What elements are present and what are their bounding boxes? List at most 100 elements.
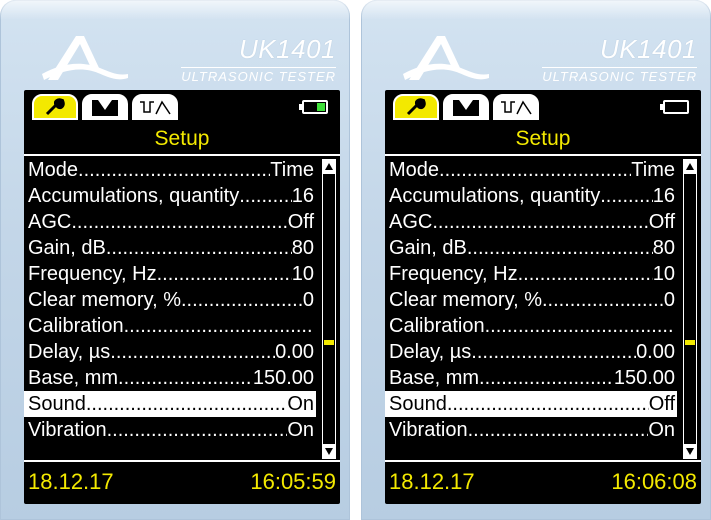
setting-row[interactable]: Vibration On	[385, 417, 677, 443]
setting-label: Clear memory, %	[389, 289, 542, 311]
setting-label: AGC	[28, 211, 72, 233]
scroll-down-arrow[interactable]	[684, 444, 696, 458]
scrollbar[interactable]	[322, 159, 336, 459]
setting-row[interactable]: Clear memory, % 0	[24, 287, 316, 313]
setting-value: 150.00	[613, 367, 675, 389]
dot-leader	[439, 157, 631, 183]
dot-leader	[239, 183, 292, 209]
setting-value: 0.00	[636, 341, 675, 363]
tab-signal[interactable]	[493, 94, 539, 120]
scrollbar[interactable]	[683, 159, 697, 459]
dot-leader	[110, 339, 275, 365]
setting-label: Mode	[28, 159, 79, 181]
scroll-up-arrow[interactable]	[684, 160, 696, 174]
dot-leader	[181, 287, 303, 313]
setting-value: 80	[291, 237, 314, 259]
setting-value: 0	[663, 289, 675, 311]
scroll-thumb[interactable]	[685, 340, 695, 345]
waveform-icon	[92, 100, 118, 116]
tab-waveform[interactable]	[82, 94, 128, 120]
setting-row[interactable]: Gain, dB 80	[24, 235, 316, 261]
dot-leader	[600, 183, 653, 209]
wrench-icon	[45, 98, 65, 116]
time-readout: 16:06:08	[611, 469, 697, 494]
dot-leader	[485, 313, 675, 339]
time-readout: 16:05:59	[250, 469, 336, 494]
triangle-up-icon	[686, 163, 694, 170]
setting-value: Off	[287, 211, 314, 233]
setting-label: Sound	[389, 393, 447, 415]
triangle-down-icon	[686, 448, 694, 455]
scroll-thumb[interactable]	[324, 340, 334, 345]
dot-leader	[432, 209, 648, 235]
tab-signal[interactable]	[132, 94, 178, 120]
setting-value: 10	[291, 263, 314, 285]
setting-row[interactable]: Sound Off	[385, 391, 677, 417]
dot-leader	[124, 313, 314, 339]
setting-label: Frequency, Hz	[389, 263, 518, 285]
dot-leader	[157, 261, 292, 287]
setting-value: Time	[631, 159, 675, 181]
scroll-up-arrow[interactable]	[323, 160, 335, 174]
setting-value: Off	[648, 393, 675, 415]
settings-list: ModeTimeAccumulations, quantity16AGCOffG…	[24, 157, 316, 443]
setting-row[interactable]: AGC Off	[24, 209, 316, 235]
scroll-down-arrow[interactable]	[323, 444, 335, 458]
setting-label: Gain, dB	[389, 237, 467, 259]
tab-setup[interactable]	[393, 94, 439, 120]
setting-row[interactable]: Frequency, Hz 10	[24, 261, 316, 287]
battery-fill	[317, 103, 325, 111]
setting-label: Gain, dB	[28, 237, 106, 259]
dot-leader	[471, 339, 636, 365]
setting-label: Vibration	[28, 419, 107, 441]
model-name: UK1401	[239, 34, 336, 64]
signal-trace-icon	[501, 100, 532, 115]
tab-waveform[interactable]	[443, 94, 489, 120]
setting-label: Vibration	[389, 419, 468, 441]
setting-value: Off	[648, 211, 675, 233]
setting-row[interactable]: AGC Off	[385, 209, 677, 235]
setting-row[interactable]: Calibration	[385, 313, 677, 339]
setting-row[interactable]: Mode Time	[24, 157, 316, 183]
setting-row[interactable]: Calibration	[24, 313, 316, 339]
brand-block: UK1401 ULTRASONIC TESTER	[181, 34, 336, 84]
setting-row[interactable]: Vibration On	[24, 417, 316, 443]
setting-value: On	[648, 419, 675, 441]
brand-block: UK1401 ULTRASONIC TESTER	[542, 34, 697, 84]
setting-row[interactable]: Frequency, Hz 10	[385, 261, 677, 287]
setting-row[interactable]: Delay, µs 0.00	[24, 339, 316, 365]
status-bar: 18.12.17 16:05:59	[24, 460, 340, 504]
setting-label: Calibration	[28, 315, 124, 337]
setting-label: AGC	[389, 211, 433, 233]
battery-icon	[299, 100, 328, 114]
model-subtitle: ULTRASONIC TESTER	[181, 67, 336, 84]
setting-label: Sound	[28, 393, 86, 415]
setting-row[interactable]: Clear memory, % 0	[385, 287, 677, 313]
setting-row[interactable]: Gain, dB 80	[385, 235, 677, 261]
setting-value: 80	[652, 237, 675, 259]
setting-row[interactable]: Accumulations, quantity 16	[24, 183, 316, 209]
setting-value: On	[287, 419, 314, 441]
setting-label: Frequency, Hz	[28, 263, 157, 285]
settings-list: ModeTimeAccumulations, quantity16AGCOffG…	[385, 157, 677, 443]
screen-title: Setup	[24, 124, 340, 156]
setting-row[interactable]: Mode Time	[385, 157, 677, 183]
setting-row[interactable]: Accumulations, quantity 16	[385, 183, 677, 209]
tab-setup[interactable]	[32, 94, 78, 120]
lcd-screen: Setup ModeTimeAccumulations, quantity16A…	[24, 90, 340, 504]
brand-logo	[42, 36, 128, 80]
setting-row[interactable]: Base, mm 150.00	[385, 365, 677, 391]
setting-label: Mode	[389, 159, 440, 181]
signal-trace-icon	[140, 100, 171, 115]
setting-row[interactable]: Base, mm 150.00	[24, 365, 316, 391]
status-bar: 18.12.17 16:06:08	[385, 460, 701, 504]
dot-leader	[106, 235, 292, 261]
dot-leader	[542, 287, 664, 313]
setting-label: Calibration	[389, 315, 485, 337]
setting-row[interactable]: Sound On	[24, 391, 316, 417]
dot-leader	[71, 209, 287, 235]
setting-row[interactable]: Delay, µs 0.00	[385, 339, 677, 365]
setting-value: On	[287, 393, 314, 415]
setting-label: Delay, µs	[389, 341, 472, 363]
setting-value: 150.00	[252, 367, 314, 389]
